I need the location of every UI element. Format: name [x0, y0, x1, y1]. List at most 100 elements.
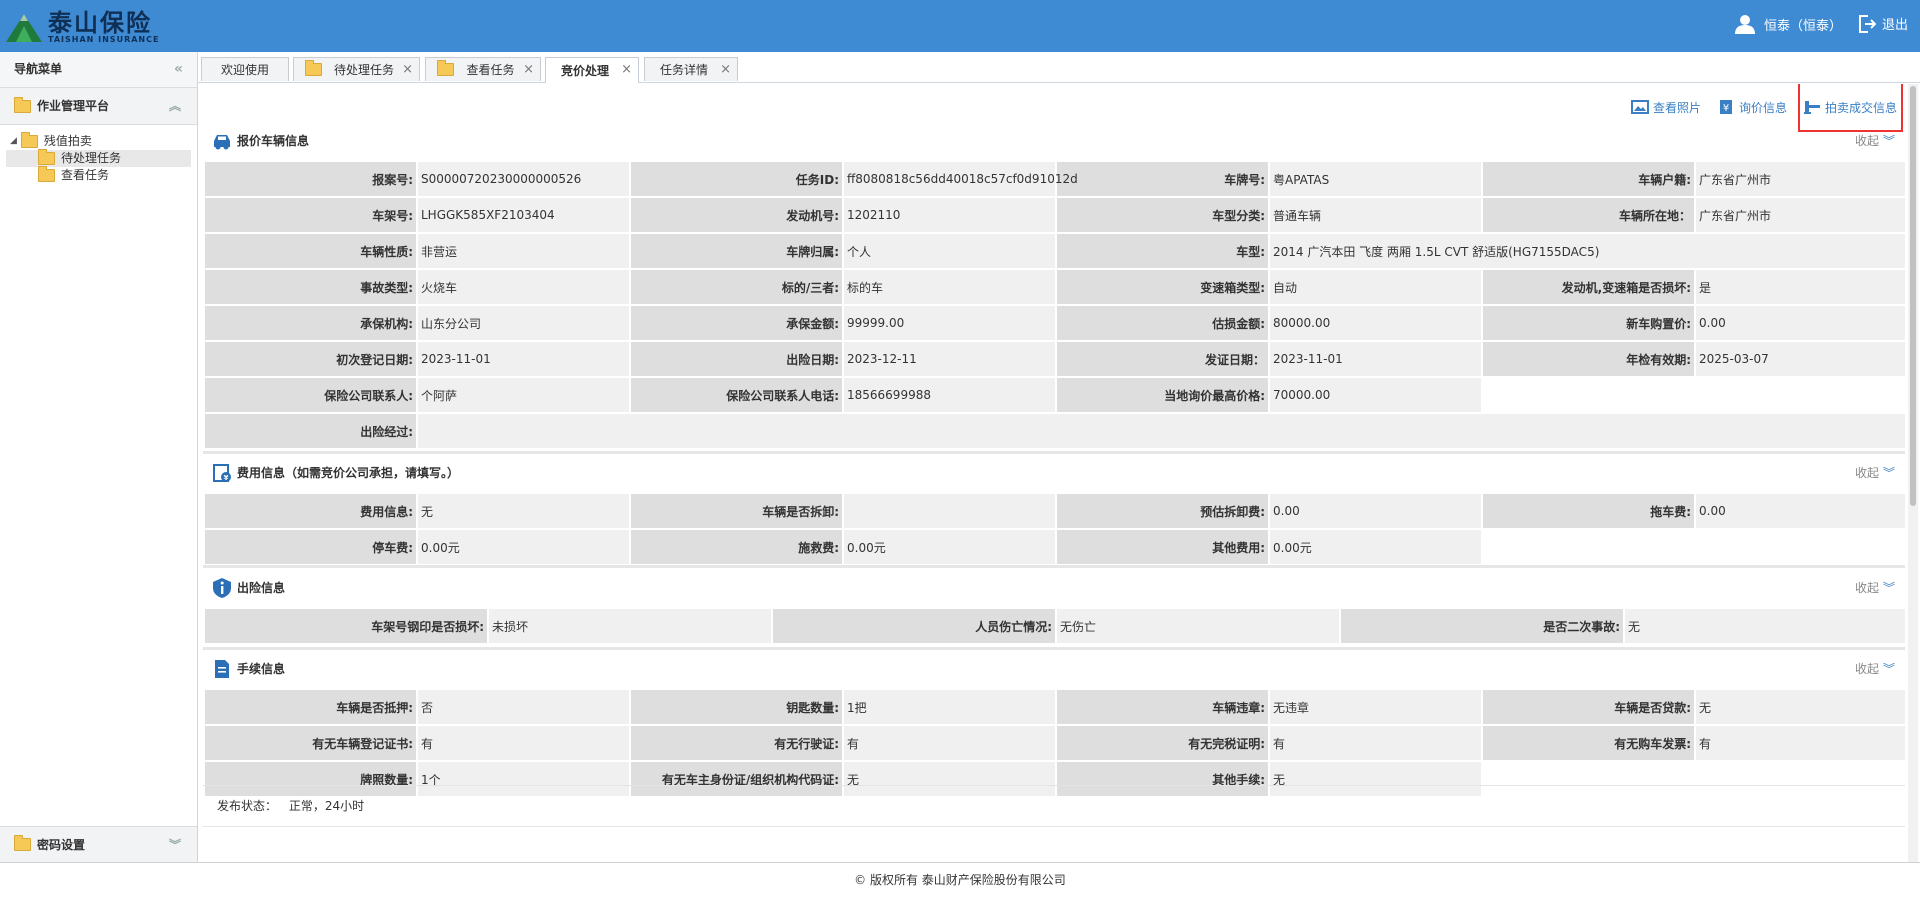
field-value: 80000.00: [1268, 304, 1483, 342]
empty-cell: [1481, 528, 1696, 566]
field-value: 1202110: [842, 196, 1057, 234]
tab-label: 任务详情: [659, 62, 708, 77]
close-icon[interactable]: ×: [720, 58, 731, 82]
field-label: 保险公司联系人电话:: [629, 376, 844, 414]
tree-node-label: 待处理任务: [61, 151, 122, 165]
field-value: 广东省广州市: [1694, 160, 1905, 198]
field-value: 有: [416, 724, 631, 762]
collapse-section-button[interactable]: 收起 ︾: [1855, 454, 1895, 492]
field-label: 车牌归属:: [629, 232, 844, 270]
field-value: 无: [1694, 688, 1905, 726]
folder-icon: [38, 149, 55, 165]
field-value: 无: [416, 492, 631, 530]
collapse-section-button[interactable]: 收起 ︾: [1855, 650, 1895, 688]
field-value: 1把: [842, 688, 1057, 726]
field-label: 费用信息:: [203, 492, 418, 530]
field-value: ff8080818c56dd40018c57cf0d91012d: [842, 160, 1078, 198]
close-icon[interactable]: ×: [523, 58, 534, 82]
close-icon[interactable]: ×: [621, 58, 632, 82]
tree-expand-icon[interactable]: ◢: [10, 133, 17, 150]
tool-label: 询价信息: [1738, 100, 1787, 115]
tab-task-detail[interactable]: 任务详情 ×: [644, 57, 738, 81]
sidebar-group-password[interactable]: 密码设置 ︾: [0, 826, 197, 862]
tree-node-pending-tasks[interactable]: 待处理任务: [6, 149, 191, 167]
main-content: 查看照片 ¥ 询价信息 拍卖成交信息 报价车辆信息 收起 ︾ 报案号: S00000…: [201, 84, 1905, 862]
tool-label: 查看照片: [1652, 100, 1701, 115]
fee-info-section: ¥ 费用信息（如需竞价公司承担，请填写。） 收起 ︾ 费用信息: 无车辆是否拆卸: 预…: [203, 454, 1905, 566]
table-row: 事故类型: 火烧车 标的/三者: 标的车 变速箱类型: 自动 发动机,变速箱是否损坏: 是: [203, 268, 1905, 306]
field-label: 车架号:: [203, 196, 418, 234]
tab-label: 待处理任务: [333, 62, 394, 77]
field-label: 年检有效期:: [1481, 340, 1696, 378]
logout-button[interactable]: 退出: [1858, 14, 1908, 33]
field-value: 普通车辆: [1268, 196, 1483, 234]
field-label: 估损金额:: [1055, 304, 1270, 342]
field-label: 停车费:: [203, 528, 418, 566]
tab-bar: 欢迎使用 待处理任务 × 查看任务 × 竞价处理 × 任务详情 ×: [198, 52, 1920, 83]
svg-text:¥: ¥: [224, 474, 229, 482]
table-row: 出险经过:: [203, 412, 1905, 450]
sidebar-title: 导航菜单 «: [0, 52, 197, 88]
field-label: 发动机号:: [629, 196, 844, 234]
table-row: 有无车辆登记证书: 有有无行驶证: 有有无完税证明: 有有无购车发票: 有: [203, 724, 1905, 762]
collapse-label: 收起: [1854, 581, 1879, 595]
field-value: 2023-11-01: [1268, 340, 1483, 378]
field-value: 无: [1623, 607, 1905, 645]
tab-label: 欢迎使用: [220, 62, 269, 77]
view-photos-button[interactable]: 查看照片: [1630, 99, 1701, 116]
field-label: 变速箱类型:: [1055, 268, 1270, 306]
field-label: 车牌号:: [1055, 160, 1270, 198]
collapse-section-button[interactable]: 收起 ︾: [1855, 122, 1895, 160]
close-icon[interactable]: ×: [402, 58, 413, 82]
status-value: 正常，24小时: [288, 799, 365, 813]
field-label: 保险公司联系人:: [203, 376, 418, 414]
field-value: 标的车: [842, 268, 1057, 306]
field-value: 火烧车: [416, 268, 631, 306]
collapse-sidebar-icon[interactable]: «: [174, 52, 183, 87]
field-label: 其他费用:: [1055, 528, 1270, 566]
tab-view-tasks[interactable]: 查看任务 ×: [425, 57, 541, 81]
app-header: 泰山保险 TAISHAN INSURANCE 恒泰（恒泰） 退出: [0, 0, 1920, 52]
chevron-up-icon: ︽: [168, 99, 181, 113]
field-value: [416, 412, 1905, 450]
folder-icon: [437, 60, 455, 76]
tree-node-view-tasks[interactable]: 查看任务: [0, 166, 197, 184]
main-scrollbar[interactable]: [1908, 84, 1918, 862]
user-info[interactable]: 恒泰（恒泰）: [1734, 14, 1842, 34]
tab-bidding[interactable]: 竞价处理 ×: [545, 57, 639, 83]
user-icon: [1734, 15, 1755, 34]
empty-cell: [1694, 528, 1905, 566]
field-value: 0.00元: [842, 528, 1057, 566]
field-label: 承保金额:: [629, 304, 844, 342]
inquiry-info-button[interactable]: ¥ 询价信息: [1717, 99, 1787, 116]
tab-pending-tasks[interactable]: 待处理任务 ×: [293, 57, 420, 81]
field-label: 施救费:: [629, 528, 844, 566]
scrollbar-thumb[interactable]: [1910, 86, 1916, 506]
sidebar-group-label: 密码设置: [37, 837, 86, 852]
tab-welcome[interactable]: 欢迎使用: [201, 57, 289, 81]
field-label: 车型分类:: [1055, 196, 1270, 234]
section-header: 手续信息 收起 ︾: [203, 650, 1905, 688]
collapse-section-button[interactable]: 收起 ︾: [1855, 569, 1895, 607]
document-icon: [215, 660, 229, 678]
folder-icon: [304, 60, 322, 76]
price-tag-icon: ¥: [1719, 100, 1732, 114]
field-value: 山东分公司: [416, 304, 631, 342]
sidebar-group-platform[interactable]: 作业管理平台 ︽: [0, 88, 197, 125]
accident-info-section: 出险信息 收起 ︾ 车架号钢印是否损坏: 未损坏 人员伤亡情况: 无伤亡 是否二次事故: 无: [203, 569, 1905, 645]
sidebar-group-label: 作业管理平台: [37, 99, 110, 113]
tree-node-auction[interactable]: ◢ 残值拍卖: [0, 132, 197, 150]
collapse-label: 收起: [1854, 662, 1879, 676]
svg-text:¥: ¥: [1723, 103, 1729, 114]
field-label: 车辆所在地：: [1481, 196, 1696, 234]
logout-label: 退出: [1881, 18, 1908, 33]
field-value: 粤APATAS: [1268, 160, 1483, 198]
field-value: 有: [1694, 724, 1905, 762]
field-label: 钥匙数量:: [629, 688, 844, 726]
field-value: 70000.00: [1268, 376, 1483, 414]
section-divider: [203, 565, 1905, 568]
procedure-info-table: 车辆是否抵押: 否钥匙数量: 1把 车辆违章: 无违章 车辆是否贷款: 无有无车辆登记证书:…: [203, 688, 1905, 798]
field-label: 有无车辆登记证书:: [203, 724, 418, 762]
logo-text-en: TAISHAN INSURANCE: [48, 35, 160, 44]
folder-icon: [38, 166, 55, 182]
